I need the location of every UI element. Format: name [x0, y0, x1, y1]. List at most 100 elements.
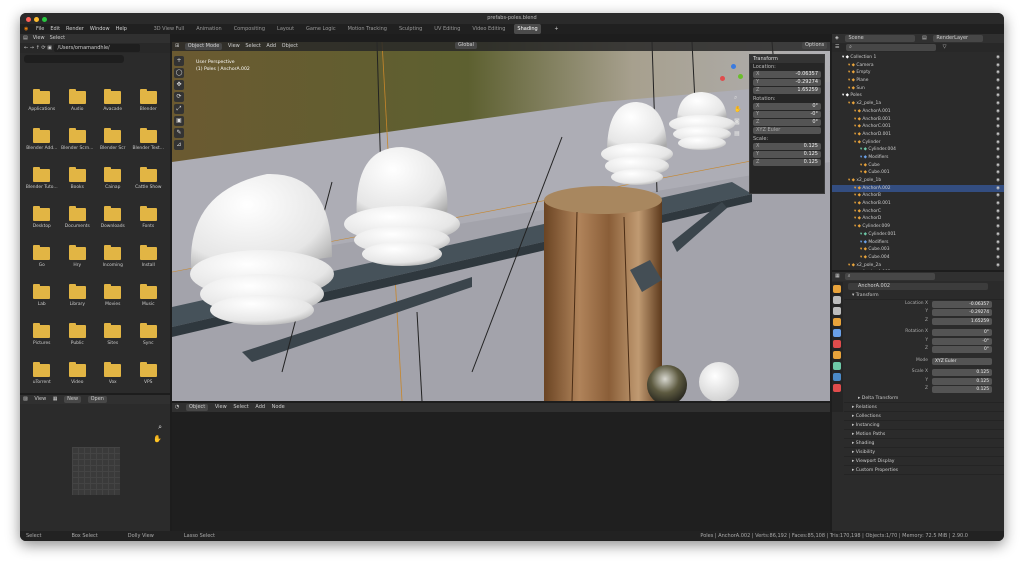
outliner-search-input[interactable]: ⌕	[846, 44, 937, 51]
object-name-field[interactable]: AnchorA.002	[848, 283, 988, 290]
blender-logo-icon[interactable]: ◉	[24, 26, 28, 32]
file-item[interactable]: Blender Tuto...	[24, 164, 60, 203]
section-visibility[interactable]: ▸ Visibility	[844, 448, 1004, 457]
outliner-row[interactable]: ▾ ◆ Cube ◉	[832, 162, 1004, 170]
visibility-eye-icon[interactable]: ◉	[996, 262, 1000, 270]
node-editor-panel[interactable]: ◔ Object View Select Add Node	[172, 403, 830, 531]
outliner-row[interactable]: ▾ ◆ Poles ◉	[832, 92, 1004, 100]
tab-shading[interactable]: Shading	[514, 24, 541, 34]
open-image-button[interactable]: Open	[87, 396, 107, 403]
file-item[interactable]: Public	[60, 320, 96, 359]
file-item[interactable]: Sites	[95, 320, 131, 359]
menu-file[interactable]: File	[36, 26, 44, 32]
properties-search-input[interactable]: ⌕	[844, 273, 935, 280]
location-y-field[interactable]: Y -0.29274	[753, 79, 821, 86]
outliner-row[interactable]: ▾ ◆ Sun ◉	[832, 85, 1004, 93]
properties-tab[interactable]	[833, 351, 841, 359]
outliner-row[interactable]: ▾ ◆ AnchorB.001 ◉	[832, 116, 1004, 124]
editor-type-icon[interactable]: ▤	[23, 35, 28, 41]
navigation-gizmo[interactable]	[720, 64, 744, 88]
outliner-row[interactable]: ▾ ◆ Cylinder.009 ◉	[832, 223, 1004, 231]
file-item[interactable]: uTorrent	[24, 359, 60, 393]
properties-tab[interactable]	[833, 329, 841, 337]
outliner-row[interactable]: ▾ ◆ Cube.004 ◉	[832, 254, 1004, 262]
property-value-field[interactable]: -0.29274	[932, 309, 992, 316]
scale-y-field[interactable]: Y 0.125	[753, 151, 821, 158]
view-layer-selector[interactable]: RenderLayer	[933, 35, 984, 42]
property-value-field[interactable]: 0.125	[932, 369, 992, 376]
scale-x-field[interactable]: X 0.125	[753, 143, 821, 150]
visibility-eye-icon[interactable]: ◉	[996, 69, 1000, 77]
view-menu[interactable]: View	[228, 43, 240, 49]
tool-button[interactable]: ⊿	[174, 140, 184, 150]
file-item[interactable]: Video	[60, 359, 96, 393]
outliner-row[interactable]: ▾ ◆ AnchorA.002 ◉	[832, 184, 1004, 193]
file-item[interactable]: Blender Scr	[95, 125, 131, 164]
scene-selector[interactable]: Scene	[845, 35, 916, 42]
tab-motion-tracking[interactable]: Motion Tracking	[345, 24, 390, 34]
file-item[interactable]: Downloads	[95, 203, 131, 242]
add-workspace-icon[interactable]: +	[554, 26, 558, 32]
outliner-row[interactable]: ▾ ◆ AnchorA.001 ◉	[832, 108, 1004, 116]
visibility-eye-icon[interactable]: ◉	[996, 154, 1000, 162]
outliner-row[interactable]: ▾ ◆ AnchorC.001 ◉	[832, 123, 1004, 131]
property-value-field[interactable]: 0.125	[932, 377, 992, 385]
select-menu[interactable]: Select	[233, 404, 248, 410]
tab-compositing[interactable]: Compositing	[231, 24, 268, 34]
object-mode-dropdown[interactable]: Object Mode	[184, 43, 223, 50]
visibility-eye-icon[interactable]: ◉	[996, 169, 1000, 177]
properties-tab[interactable]	[833, 362, 841, 370]
refresh-icon[interactable]: ⟳	[41, 45, 45, 51]
rotation-mode-dropdown[interactable]: XYZ Euler	[753, 127, 821, 134]
outliner-row[interactable]: ▾ ◆ Plane ◉	[832, 77, 1004, 85]
back-icon[interactable]: ←	[24, 45, 28, 51]
node-menu[interactable]: Node	[272, 404, 285, 410]
section-collections[interactable]: ▸ Collections	[844, 412, 1004, 421]
close-window-button[interactable]	[26, 17, 31, 22]
transform-section[interactable]: ▾ Transform	[844, 291, 1004, 300]
visibility-eye-icon[interactable]: ◉	[996, 223, 1000, 231]
file-item[interactable]: Cainap	[95, 164, 131, 203]
visibility-eye-icon[interactable]: ◉	[996, 192, 1000, 200]
outliner-row[interactable]: ▾ ◆ x2_pole_2a ◉	[832, 262, 1004, 270]
outliner-row[interactable]: ▾ ◆ Cube.003 ◉	[832, 246, 1004, 254]
menu-render[interactable]: Render	[66, 26, 84, 32]
rotation-x-field[interactable]: X 0°	[753, 103, 821, 110]
file-item[interactable]: Vox	[95, 359, 131, 393]
parent-dir-icon[interactable]: ↑	[36, 45, 40, 51]
sidebar-tab-view[interactable]: View	[825, 104, 830, 126]
add-menu[interactable]: Add	[255, 404, 265, 410]
visibility-eye-icon[interactable]: ◉	[996, 185, 1000, 193]
editor-type-icon[interactable]: ▨	[23, 396, 28, 402]
outliner-row[interactable]: ▾ ◆ Cube.001 ◉	[832, 169, 1004, 177]
file-item[interactable]: Blender	[131, 86, 167, 125]
file-item[interactable]: VPS	[131, 359, 167, 393]
outliner-row[interactable]: ▾ ◆ AnchorA.003◉	[832, 269, 1004, 270]
sidebar-tab-edit[interactable]: Edit	[825, 126, 830, 148]
menu-window[interactable]: Window	[90, 26, 110, 32]
visibility-eye-icon[interactable]: ◉	[996, 162, 1000, 170]
tab-game-logic[interactable]: Game Logic	[303, 24, 339, 34]
visibility-eye-icon[interactable]: ◉	[996, 215, 1000, 223]
select-menu[interactable]: Select	[245, 43, 260, 49]
properties-tab[interactable]	[833, 307, 841, 315]
section-shading[interactable]: ▸ Shading	[844, 439, 1004, 448]
visibility-eye-icon[interactable]: ◉	[996, 131, 1000, 139]
properties-tab[interactable]	[833, 318, 841, 326]
file-item[interactable]: Cattle Show	[131, 164, 167, 203]
zoom-icon[interactable]: ⌕	[734, 92, 744, 104]
hand-icon[interactable]: ✋	[734, 104, 744, 116]
file-item[interactable]: Blender Scrn...	[60, 125, 96, 164]
tool-button[interactable]: ✎	[174, 128, 184, 138]
outliner-row[interactable]: ▾ ◆ AnchorC ◉	[832, 208, 1004, 216]
outliner-row[interactable]: ▾ ◆ AnchorB ◉	[832, 192, 1004, 200]
tab-animation[interactable]: Animation	[193, 24, 225, 34]
outliner-row[interactable]: ▾ ◆ Cylinder.001 ◉	[832, 231, 1004, 239]
property-value-field[interactable]: -0.06357	[932, 300, 992, 308]
tool-button[interactable]: ◯	[174, 68, 184, 78]
3d-viewport[interactable]: ⊞ Object Mode View Select Add Object Glo…	[172, 42, 830, 401]
properties-tab[interactable]	[833, 340, 841, 348]
tool-button[interactable]: +	[174, 56, 184, 66]
file-item[interactable]: Books	[60, 164, 96, 203]
shader-type-dropdown[interactable]: Object	[185, 404, 209, 411]
